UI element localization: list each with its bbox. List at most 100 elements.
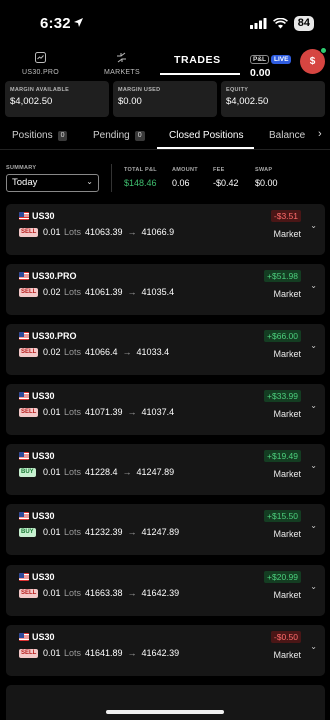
tab-closed-positions[interactable]: Closed Positions <box>169 130 243 141</box>
period-value: Today <box>12 177 38 188</box>
trade-prices: 41071.39 → 41037.4 <box>85 407 174 417</box>
period-select[interactable]: Today ⌄ <box>6 174 99 192</box>
location-arrow-icon <box>74 18 83 27</box>
trade-pnl: +$51.98 <box>264 270 301 282</box>
tab-label: Balance <box>269 130 306 141</box>
lots-label: Lots <box>64 347 82 357</box>
metric-value: $0.00 <box>118 96 142 107</box>
order-type: Market <box>273 590 301 600</box>
chevron-right-icon[interactable]: › <box>318 128 322 140</box>
trade-pnl: -$0.50 <box>270 631 301 643</box>
chevron-down-icon[interactable]: ⌄ <box>310 521 317 530</box>
pl-indicator[interactable]: P&L LIVE 0.00 <box>250 48 292 79</box>
arrow-right-icon: → <box>122 347 132 357</box>
live-badge: LIVE <box>271 55 292 64</box>
open-price: 41641.89 <box>85 648 123 658</box>
stat-value: $0.00 <box>255 178 278 188</box>
side-badge: SELL <box>19 589 39 598</box>
us-flag-icon <box>19 452 29 460</box>
markets-icon <box>117 52 127 63</box>
trade-card[interactable]: US30 SELL 0.01 Lots 41663.38 → 41642.39 +$… <box>6 565 325 616</box>
close-price: 41642.39 <box>141 648 180 658</box>
side-badge: SELL <box>19 348 39 357</box>
trade-symbol: US30 <box>32 211 55 221</box>
tab-balance[interactable]: Balance <box>269 130 305 141</box>
open-price: 41061.39 <box>85 287 123 297</box>
stat-label: FEE <box>213 167 225 173</box>
avatar[interactable]: $ <box>300 47 327 74</box>
trade-card[interactable]: US30 SELL 0.01 Lots 41071.39 → 41037.4 +$3… <box>6 384 325 435</box>
trade-pnl: +$20.99 <box>264 571 301 583</box>
tab-count: 0 <box>134 130 145 141</box>
metric-margin-used: MARGIN USED $0.00 <box>113 81 217 117</box>
qty-value: 0.01 <box>43 588 61 598</box>
tab-count: 0 <box>57 130 68 141</box>
us-flag-icon <box>19 512 29 520</box>
trade-card[interactable]: US30 SELL 0.01 Lots 41641.89 → 41642.39 -$… <box>6 625 325 676</box>
stat-value: 0.06 <box>172 178 190 188</box>
chevron-down-icon[interactable]: ⌄ <box>310 642 317 651</box>
order-type: Market <box>273 289 301 299</box>
arrow-right-icon: → <box>127 527 137 537</box>
chevron-down-icon[interactable]: ⌄ <box>310 221 317 230</box>
trade-card[interactable]: US30 SELL 0.01 Lots 41063.39 → 41066.9 -$3… <box>6 204 325 255</box>
metric-label: MARGIN USED <box>118 87 161 93</box>
open-price: 41228.4 <box>85 467 118 477</box>
qty-value: 0.01 <box>43 467 61 477</box>
account-metrics: MARGIN AVAILABLE $4,002.50 MARGIN USED $… <box>5 81 325 117</box>
side-badge: SELL <box>19 288 39 297</box>
trade-card[interactable]: US30 BUY 0.01 Lots 41232.39 → 41247.89 +$1… <box>6 504 325 555</box>
trade-symbol: US30.PRO <box>32 331 77 341</box>
trade-quantity: 0.01 Lots <box>43 407 81 417</box>
nav-item-markets[interactable]: MARKETS <box>104 50 140 76</box>
trade-symbol: US30 <box>32 572 55 582</box>
wifi-icon <box>272 18 288 29</box>
us-flag-icon <box>19 212 29 220</box>
trade-quantity: 0.02 Lots <box>43 287 81 297</box>
trade-prices: 41232.39 → 41247.89 <box>85 527 179 537</box>
metric-label: EQUITY <box>226 87 249 93</box>
active-nav-indicator <box>160 73 240 75</box>
chevron-down-icon[interactable]: ⌄ <box>310 401 317 410</box>
lots-label: Lots <box>64 467 82 477</box>
stat-fee: FEE -$0.42 <box>213 167 239 188</box>
nav-label-us30pro: US30.PRO <box>22 69 60 76</box>
lots-label: Lots <box>64 588 82 598</box>
open-price: 41071.39 <box>85 407 123 417</box>
trade-symbol: US30 <box>32 632 55 642</box>
trade-pnl: +$15.50 <box>264 510 301 522</box>
tab-pending[interactable]: Pending 0 <box>93 130 145 141</box>
trade-quantity: 0.01 Lots <box>43 467 81 477</box>
trade-prices: 41063.39 → 41066.9 <box>85 227 174 237</box>
trade-card[interactable]: US30.PRO SELL 0.02 Lots 41066.4 → 41033.4 … <box>6 324 325 375</box>
chevron-down-icon[interactable]: ⌄ <box>310 281 317 290</box>
close-price: 41247.89 <box>136 467 175 477</box>
trade-prices: 41228.4 → 41247.89 <box>85 467 174 477</box>
tab-positions[interactable]: Positions 0 <box>12 130 68 141</box>
arrow-right-icon: → <box>127 588 137 598</box>
order-type: Market <box>273 409 301 419</box>
avatar-symbol: $ <box>309 56 316 67</box>
close-price: 41247.89 <box>141 527 180 537</box>
chevron-down-icon[interactable]: ⌄ <box>310 461 317 470</box>
trade-card[interactable]: US30.PRO SELL 0.02 Lots 41061.39 → 41035.4… <box>6 264 325 315</box>
trade-card[interactable]: US30 BUY 0.01 Lots 41228.4 → 41247.89 +$19… <box>6 444 325 495</box>
qty-value: 0.01 <box>43 227 61 237</box>
chevron-down-icon[interactable]: ⌄ <box>310 341 317 350</box>
stat-label: TOTAL P&L <box>124 167 157 173</box>
nav-item-trades[interactable]: TRADES <box>174 54 221 66</box>
trade-card-partial[interactable] <box>6 685 325 720</box>
metric-value: $4,002.50 <box>10 96 53 107</box>
arrow-right-icon: → <box>127 407 137 417</box>
order-type: Market <box>273 229 301 239</box>
nav-item-us30pro[interactable]: US30.PRO <box>22 50 59 76</box>
trade-prices: 41641.89 → 41642.39 <box>85 648 179 658</box>
open-price: 41663.38 <box>85 588 123 598</box>
close-price: 41033.4 <box>136 347 170 357</box>
chevron-down-icon[interactable]: ⌄ <box>310 582 317 591</box>
arrow-right-icon: → <box>127 648 137 658</box>
arrow-right-icon: → <box>122 467 132 477</box>
lots-label: Lots <box>64 287 82 297</box>
qty-value: 0.02 <box>43 287 61 297</box>
status-time: 6:32 <box>40 15 71 32</box>
